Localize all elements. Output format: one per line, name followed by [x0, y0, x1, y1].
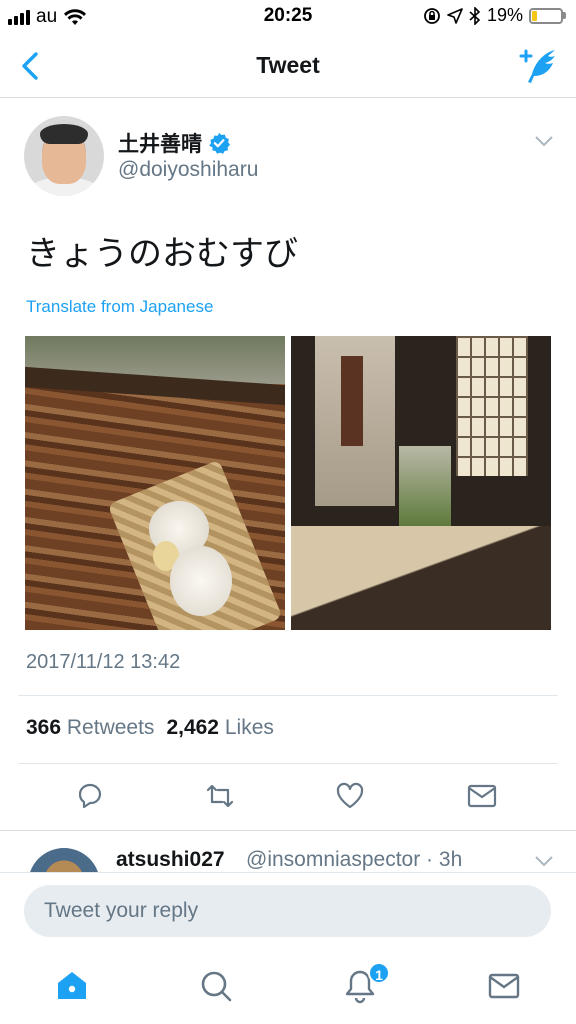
author-avatar[interactable] — [24, 116, 104, 196]
navigation-bar: Tweet — [0, 34, 576, 98]
tweet-timestamp: 2017/11/12 13:42 — [26, 651, 181, 673]
location-icon — [447, 7, 463, 24]
reply-compose-bar — [0, 872, 576, 948]
reply-author-handle[interactable]: @insomniaspector · 3h — [246, 848, 462, 872]
retweets-count: 366 — [26, 716, 62, 739]
reply-options-chevron-icon[interactable] — [534, 854, 554, 868]
status-bar-right: 19% — [423, 5, 566, 26]
author-name-text: 土井善晴 — [118, 133, 202, 156]
retweets-stat[interactable]: 366 Retweets — [26, 716, 154, 740]
tweet-options-chevron-icon[interactable] — [534, 134, 554, 148]
section-separator — [0, 830, 576, 831]
reply-input[interactable] — [24, 885, 551, 937]
likes-stat[interactable]: 2,462 Likes — [166, 716, 273, 740]
status-bar: au 20:25 19% — [0, 0, 576, 34]
retweets-label: Retweets — [66, 716, 155, 739]
reply-author-name[interactable]: atsushi027 — [116, 848, 225, 872]
translate-link[interactable]: Translate from Japanese — [26, 297, 213, 317]
notification-count-badge: 1 — [368, 962, 390, 984]
tweet-text: きょうのおむすび — [26, 234, 298, 274]
battery-icon — [529, 7, 563, 24]
tweet-actions — [0, 780, 576, 816]
like-heart-icon[interactable] — [334, 780, 366, 812]
tab-bar: 1 — [0, 948, 576, 1024]
tweet-photo-1[interactable] — [25, 336, 285, 630]
bluetooth-icon — [469, 6, 481, 25]
search-tab-icon[interactable] — [198, 968, 234, 1004]
page-title: Tweet — [256, 52, 320, 78]
retweet-icon[interactable] — [204, 780, 236, 812]
author-display-name[interactable]: 土井善晴 — [118, 128, 230, 158]
share-mail-icon[interactable] — [466, 780, 498, 812]
likes-label: Likes — [224, 716, 274, 739]
compose-tweet-icon[interactable] — [518, 46, 558, 86]
likes-count: 2,462 — [166, 716, 219, 739]
orientation-lock-icon — [424, 7, 440, 24]
verified-badge-icon — [209, 133, 230, 154]
author-handle[interactable]: @doiyoshiharu — [118, 158, 258, 182]
battery-fill — [532, 10, 537, 21]
battery-percent: 19% — [486, 5, 523, 25]
home-tab-icon[interactable] — [54, 968, 90, 1004]
reply-icon[interactable] — [74, 780, 106, 812]
divider — [18, 763, 558, 764]
messages-tab-icon[interactable] — [486, 968, 522, 1004]
tweet-photo-2[interactable] — [291, 336, 551, 630]
engagement-stats: 366 Retweets 2,462 Likes — [26, 716, 274, 740]
divider — [18, 695, 558, 696]
